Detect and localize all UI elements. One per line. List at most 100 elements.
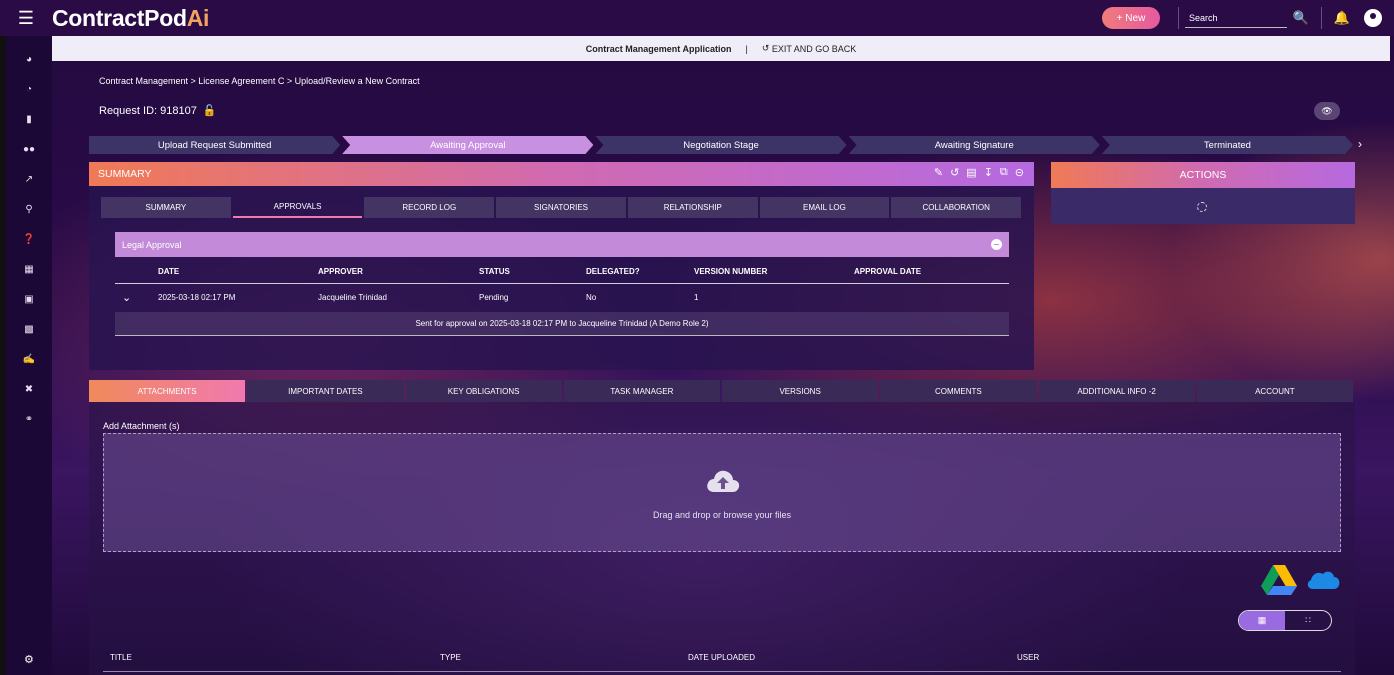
tab-relationship[interactable]: RELATIONSHIP: [627, 197, 758, 218]
request-id: Request ID: 918107 🔓: [99, 104, 217, 118]
tab-approvals[interactable]: APPROVALS: [232, 197, 363, 218]
new-button[interactable]: + New: [1102, 7, 1160, 29]
tab-attachments[interactable]: ATTACHMENTS: [89, 380, 246, 402]
cell-delegated: No: [586, 293, 597, 302]
download-icon[interactable]: ↧: [984, 166, 993, 179]
column-status: STATUS: [479, 267, 510, 276]
cloud-upload-icon: [707, 470, 740, 492]
tab-versions[interactable]: VERSIONS: [722, 380, 879, 402]
divider: [1178, 7, 1179, 29]
help-icon[interactable]: ❓: [6, 234, 52, 245]
tab-summary[interactable]: SUMMARY: [101, 197, 231, 218]
search-input[interactable]: Search: [1185, 8, 1287, 28]
tab-account[interactable]: ACCOUNT: [1196, 380, 1353, 402]
tab-key-obligations[interactable]: KEY OBLIGATIONS: [405, 380, 562, 402]
tab-email-log[interactable]: EMAIL LOG: [759, 197, 890, 218]
tab-important-dates[interactable]: IMPORTANT DATES: [247, 380, 404, 402]
pie-chart-icon[interactable]: ◔: [6, 84, 52, 95]
tab-collaboration[interactable]: COLLABORATION: [891, 197, 1022, 218]
table-view-icon[interactable]: ▦: [1239, 611, 1285, 630]
column-delegated: DELEGATED?: [586, 267, 640, 276]
summary-header: SUMMARY ✎ ↺ ▤ ↧ ⧉ ⊝: [89, 162, 1034, 186]
hamburger-menu-icon[interactable]: ☰: [0, 8, 52, 29]
line-chart-icon[interactable]: ↗: [6, 174, 52, 185]
google-drive-icon[interactable]: [1261, 564, 1297, 596]
divider: [1321, 7, 1322, 29]
workflow-stepper: Upload Request Submitted Awaiting Approv…: [89, 136, 1355, 154]
column-type: TYPE: [440, 653, 461, 662]
cell-version: 1: [694, 293, 699, 302]
unlock-icon[interactable]: 🔓: [203, 104, 217, 117]
collapse-minus-icon[interactable]: [991, 239, 1002, 250]
summary-panel: SUMMARY ✎ ↺ ▤ ↧ ⧉ ⊝ SUMMARY APPROVALS RE…: [89, 162, 1034, 370]
tab-additional-info[interactable]: ADDITIONAL INFO -2: [1038, 380, 1195, 402]
cell-approver: Jacqueline Trinidad: [318, 293, 387, 302]
onedrive-icon[interactable]: [1305, 567, 1341, 593]
step-negotiation-stage[interactable]: Negotiation Stage: [595, 136, 846, 154]
table-row[interactable]: ⌄ 2025-03-18 02:17 PM Jacqueline Trinida…: [115, 284, 1009, 312]
step-awaiting-approval[interactable]: Awaiting Approval: [342, 136, 593, 154]
edit-icon[interactable]: ✎: [934, 166, 943, 179]
column-user: USER: [1017, 653, 1040, 662]
briefcase-icon[interactable]: ▩: [6, 324, 52, 335]
exit-icon[interactable]: ↺: [762, 43, 772, 54]
tab-task-manager[interactable]: TASK MANAGER: [563, 380, 720, 402]
attachments-table-header: TITLE TYPE DATE UPLOADED USER: [103, 650, 1341, 672]
column-title: TITLE: [110, 653, 132, 662]
tools-icon[interactable]: ✖: [6, 384, 52, 395]
step-awaiting-signature[interactable]: Awaiting Signature: [849, 136, 1100, 154]
legal-approval-title: Legal Approval: [122, 239, 182, 250]
building-icon[interactable]: ▣: [6, 294, 52, 305]
settings-gear-icon[interactable]: ⚙: [24, 653, 34, 666]
summary-tabs: SUMMARY APPROVALS RECORD LOG SIGNATORIES…: [101, 197, 1023, 218]
eye-icon[interactable]: 👁: [1314, 102, 1340, 120]
file-dropzone[interactable]: Drag and drop or browse your files: [103, 433, 1341, 552]
copy-icon[interactable]: ⧉: [1000, 166, 1008, 179]
link-icon[interactable]: ⚭: [6, 414, 52, 425]
actions-panel: ACTIONS: [1051, 162, 1355, 224]
actions-title: ACTIONS: [1051, 162, 1355, 188]
step-terminated[interactable]: Terminated: [1102, 136, 1353, 154]
column-date: DATE: [158, 267, 180, 276]
signature-icon[interactable]: ✍: [6, 354, 52, 365]
user-avatar-icon[interactable]: [1364, 9, 1382, 27]
breadcrumb[interactable]: Contract Management > License Agreement …: [99, 76, 420, 86]
legal-approval-header[interactable]: Legal Approval: [115, 232, 1009, 257]
column-approval-date: APPROVAL DATE: [854, 267, 922, 276]
app-header-strip: Contract Management Application | ↺ EXIT…: [52, 36, 1390, 61]
request-id-label: Request ID: 918107: [99, 104, 197, 117]
chevron-down-icon[interactable]: ⌄: [122, 291, 131, 304]
summary-title: SUMMARY: [98, 168, 152, 180]
pdf-icon[interactable]: ▤: [966, 166, 976, 179]
cell-date: 2025-03-18 02:17 PM: [158, 293, 236, 302]
view-toggle: ▦ ∷: [1238, 610, 1332, 631]
chevron-right-icon[interactable]: ›: [1358, 137, 1362, 151]
column-date-uploaded: DATE UPLOADED: [688, 653, 755, 662]
approvals-table: DATE APPROVER STATUS DELEGATED? VERSION …: [115, 258, 1009, 312]
logo-accent: Ai: [186, 4, 210, 31]
logo-text: ContractPod: [52, 4, 187, 31]
tab-comments[interactable]: COMMENTS: [880, 380, 1037, 402]
table-header: DATE APPROVER STATUS DELEGATED? VERSION …: [115, 258, 1009, 284]
bell-icon[interactable]: 🔔: [1328, 10, 1356, 26]
search-icon[interactable]: 🔍: [1287, 10, 1315, 26]
exit-and-go-back-link[interactable]: EXIT AND GO BACK: [772, 44, 856, 54]
collapse-icon[interactable]: ⊝: [1015, 166, 1024, 179]
lower-tabs: ATTACHMENTS IMPORTANT DATES KEY OBLIGATI…: [89, 380, 1355, 402]
dashboard-icon[interactable]: ◕: [6, 54, 52, 65]
column-version-number: VERSION NUMBER: [694, 267, 768, 276]
tab-signatories[interactable]: SIGNATORIES: [496, 197, 626, 218]
column-approver: APPROVER: [318, 267, 363, 276]
sidebar: ◕ ◔ ▮ ●● ↗ ⚲ ❓ ▦ ▣ ▩ ✍ ✖ ⚭: [0, 36, 52, 675]
dropzone-text: Drag and drop or browse your files: [652, 510, 792, 520]
sidebar-search-icon[interactable]: ⚲: [6, 204, 52, 215]
history-icon[interactable]: ↺: [950, 166, 959, 179]
tab-record-log[interactable]: RECORD LOG: [364, 197, 495, 218]
users-icon[interactable]: ●●: [6, 144, 52, 155]
add-attachment-label: Add Attachment (s): [103, 421, 180, 431]
library-icon[interactable]: ▦: [6, 264, 52, 275]
document-icon[interactable]: ▮: [6, 114, 52, 125]
logo[interactable]: ContractPodAi: [52, 5, 209, 32]
step-upload-request-submitted[interactable]: Upload Request Submitted: [89, 136, 340, 154]
grid-view-icon[interactable]: ∷: [1285, 611, 1331, 630]
